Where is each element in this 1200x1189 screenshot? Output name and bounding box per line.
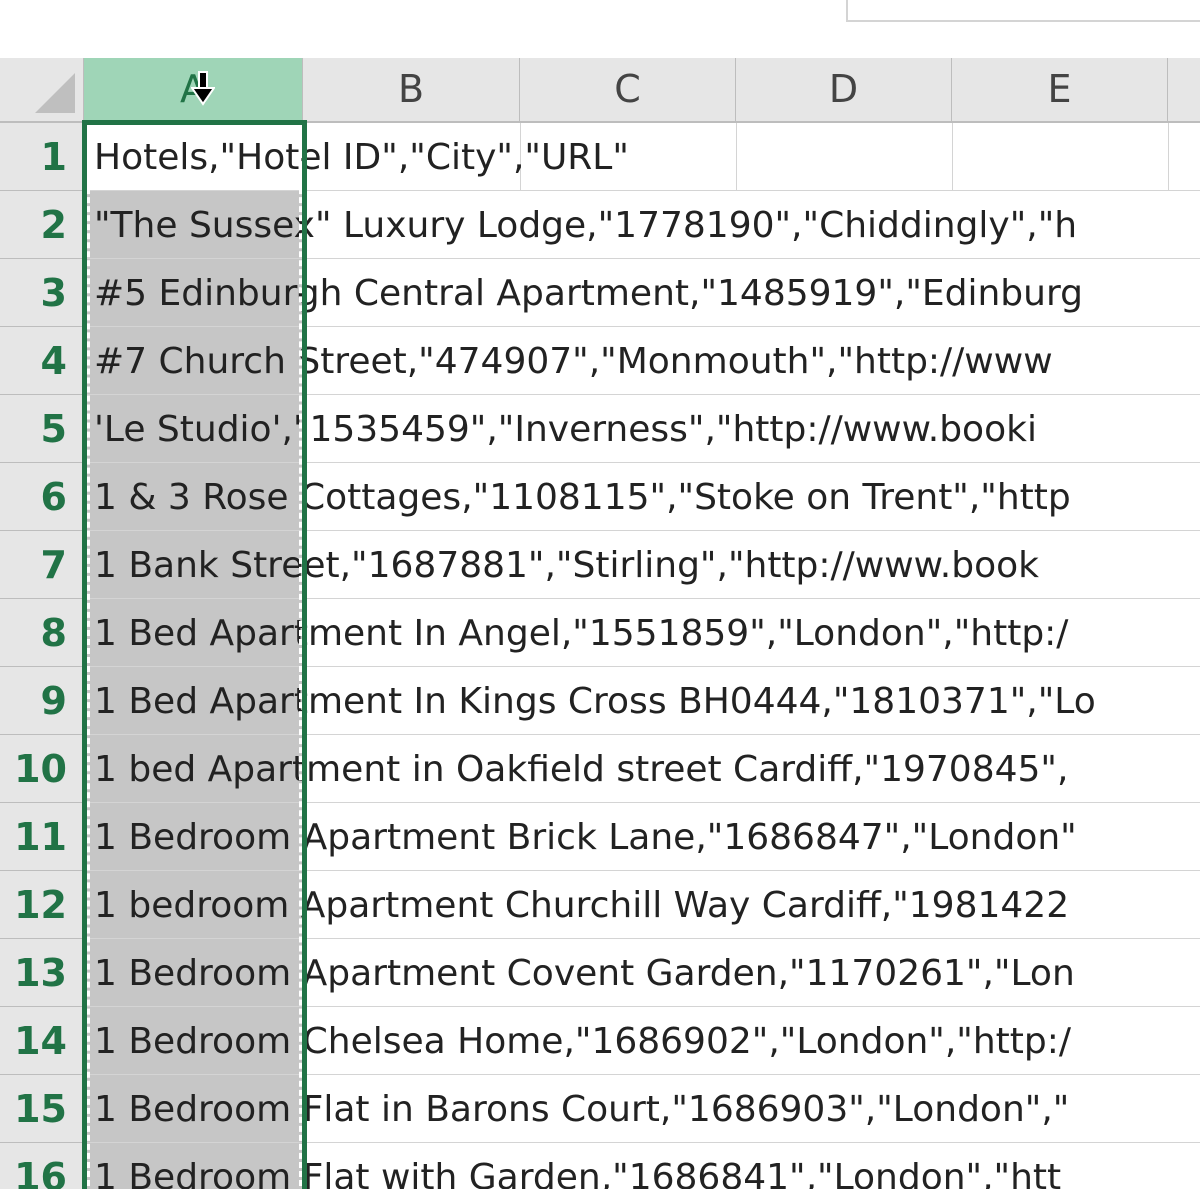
row-header[interactable]: 3	[0, 259, 84, 327]
row-header[interactable]: 2	[0, 191, 84, 259]
row-header[interactable]: 10	[0, 735, 84, 803]
select-all-button[interactable]	[0, 58, 84, 123]
column-header-label: D	[828, 67, 859, 111]
column-header-b[interactable]: B	[303, 58, 520, 123]
column-header-label: B	[397, 67, 425, 111]
row-header[interactable]: 7	[0, 531, 84, 599]
row-header[interactable]: 11	[0, 803, 84, 871]
column-header-c[interactable]: C	[520, 58, 736, 123]
column-gridline	[1168, 123, 1169, 191]
row-header[interactable]: 6	[0, 463, 84, 531]
row-header[interactable]: 4	[0, 327, 84, 395]
copy-marquee	[82, 120, 307, 1189]
column-header-e[interactable]: E	[952, 58, 1168, 123]
toolbar-area	[0, 0, 1200, 58]
marquee-dashes	[87, 125, 302, 1189]
row-header[interactable]: 12	[0, 871, 84, 939]
column-gridline	[736, 123, 737, 191]
select-all-triangle-icon	[35, 73, 75, 113]
row-header[interactable]: 16	[0, 1143, 84, 1189]
row-header[interactable]: 14	[0, 1007, 84, 1075]
down-arrow-icon	[191, 71, 215, 106]
row-header[interactable]: 15	[0, 1075, 84, 1143]
column-header-d[interactable]: D	[736, 58, 952, 123]
row-header[interactable]: 9	[0, 667, 84, 735]
column-gridline	[952, 123, 953, 191]
column-header-label: E	[1047, 67, 1072, 111]
row-header[interactable]: 8	[0, 599, 84, 667]
formula-bar-edge[interactable]	[846, 0, 1200, 22]
row-header[interactable]: 1	[0, 123, 84, 191]
column-header-label: C	[614, 67, 641, 111]
column-header-f[interactable]	[1168, 58, 1200, 123]
row-header[interactable]: 13	[0, 939, 84, 1007]
spreadsheet-window: A B C D E 1 2 3 4 5 6 7 8 9 10 11 12 13 14 15 16 Hotels…	[0, 0, 1200, 1189]
row-header[interactable]: 5	[0, 395, 84, 463]
